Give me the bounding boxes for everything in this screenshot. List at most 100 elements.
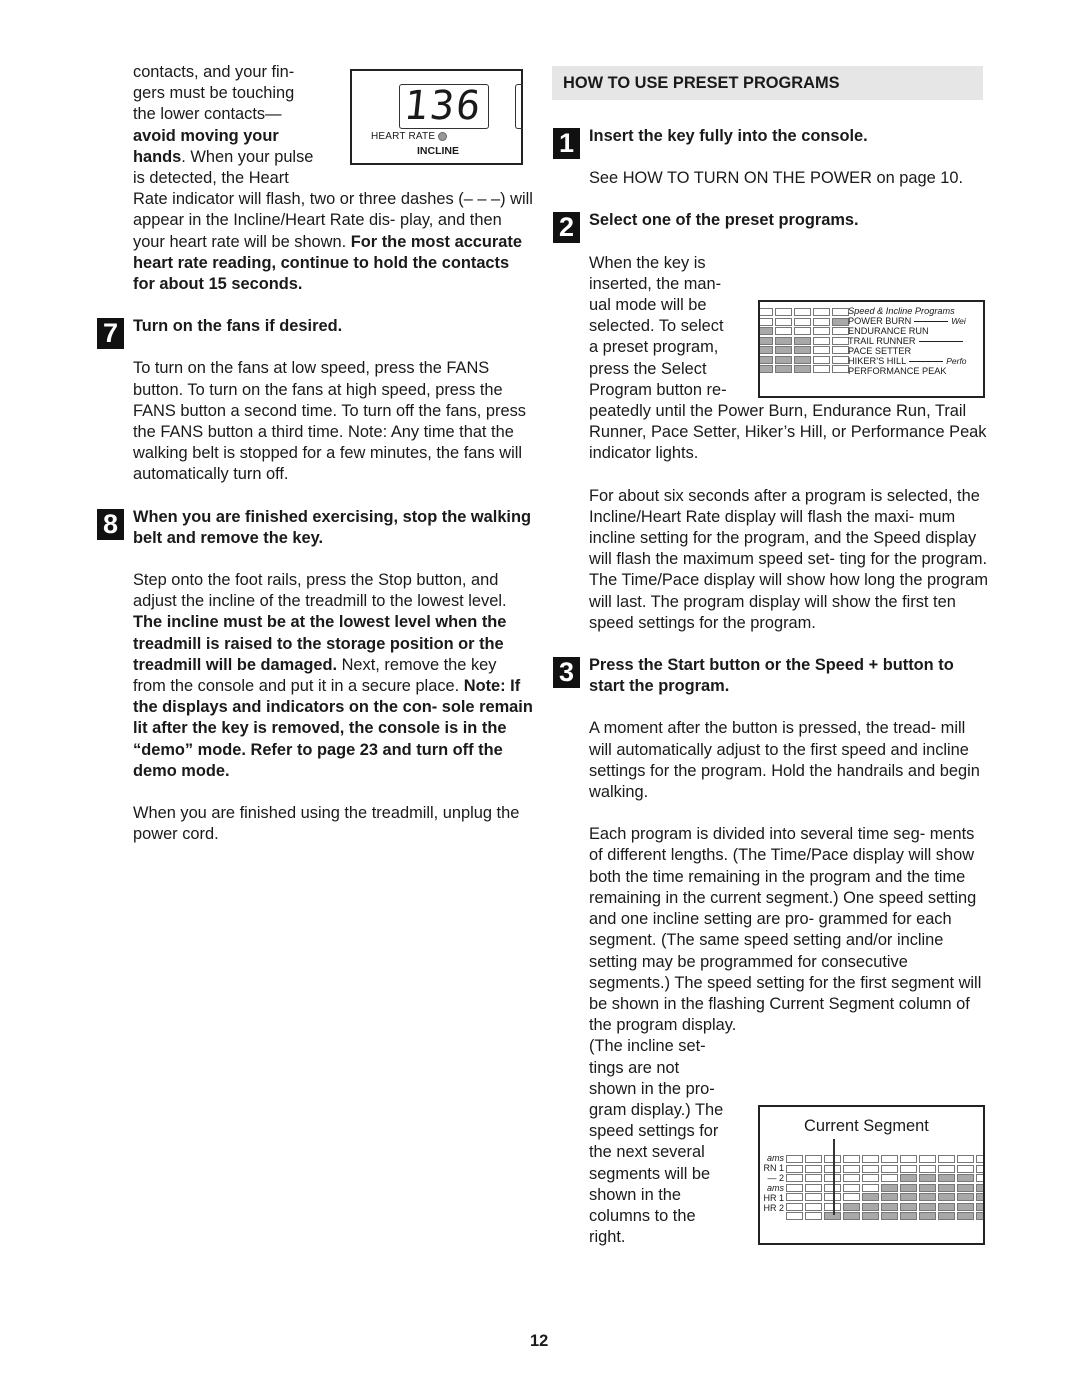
led-cell — [843, 1174, 860, 1182]
program-side-label: Wei — [951, 316, 966, 326]
led-cell — [760, 355, 773, 364]
led-cell — [881, 1202, 898, 1211]
programs-display-figure: Speed & Incline Programs POWER BURN Wei E… — [758, 300, 985, 398]
led-cell — [919, 1164, 936, 1173]
programs-title: Speed & Incline Programs — [848, 306, 955, 316]
led-cell — [919, 1183, 936, 1192]
led-cell — [843, 1155, 860, 1163]
lcd-window: 136 — [399, 83, 489, 129]
step-3-line: (The incline set- — [589, 1037, 706, 1056]
led-cell — [832, 336, 849, 345]
program-label: POWER BURN — [848, 316, 912, 326]
step-8-body: Step onto the foot rails, press the Stop… — [133, 570, 533, 782]
led-cell — [919, 1212, 936, 1220]
led-cell — [900, 1202, 917, 1211]
step-8-heading: When you are finished exercising, stop t… — [133, 507, 532, 547]
led-cell — [775, 327, 792, 335]
led-cell — [957, 1212, 974, 1220]
step-3-number: 3 — [553, 657, 580, 689]
led-cell — [832, 317, 849, 326]
led-cell — [775, 317, 792, 326]
program-power-burn: POWER BURN Wei — [848, 316, 967, 326]
step-8: 8 When you are finished exercising, stop… — [97, 507, 533, 846]
led-cell — [794, 336, 811, 345]
step-7: 7 Turn on the fans if desired. To turn o… — [97, 316, 533, 485]
led-cell — [862, 1212, 879, 1220]
programs-labels: Speed & Incline Programs POWER BURN Wei E… — [848, 306, 967, 376]
led-cell — [786, 1202, 803, 1211]
step-8-body-3: When you are finished using the treadmil… — [133, 804, 520, 844]
step-3-line: tings are not — [589, 1058, 680, 1077]
step-7-number: 7 — [97, 318, 124, 350]
page-number: 12 — [530, 1332, 549, 1350]
heart-rate-display-figure: 136 HEART RATE INCLINE — [350, 69, 523, 165]
led-cell — [862, 1202, 879, 1211]
intro-line-6: is detected, the Heart — [133, 169, 289, 188]
step-3-line: shown in the pro- — [589, 1079, 715, 1098]
step-2-heading: Select one of the preset programs. — [589, 211, 859, 230]
led-cell — [938, 1202, 955, 1211]
led-cell — [813, 336, 830, 345]
led-cell — [862, 1174, 879, 1182]
led-cell — [813, 308, 830, 316]
step-2-body-rest: peatedly until the Power Burn, Endurance… — [589, 402, 987, 463]
led-cell — [813, 346, 830, 354]
led-cell — [957, 1202, 974, 1211]
led-cell — [813, 317, 830, 326]
intro-bold: avoid moving your — [133, 126, 279, 145]
program-side-label: Perfo — [946, 356, 967, 366]
led-cell — [813, 365, 830, 373]
led-cell — [919, 1155, 936, 1163]
led-cell — [900, 1212, 917, 1220]
led-cell — [976, 1164, 983, 1173]
led-cell — [900, 1174, 917, 1182]
led-cell — [760, 327, 773, 335]
led-cell — [862, 1193, 879, 1201]
led-cell — [794, 365, 811, 373]
step-3-body-1: A moment after the button is pressed, th… — [589, 719, 980, 802]
led-cell — [794, 355, 811, 364]
led-cell — [760, 317, 773, 326]
program-endurance-run: ENDURANCE RUN — [848, 326, 929, 336]
adjacent-display-edge — [515, 84, 523, 129]
led-cell — [881, 1174, 898, 1182]
led-cell — [881, 1155, 898, 1163]
led-cell — [775, 365, 792, 373]
led-cell — [957, 1183, 974, 1192]
led-cell — [786, 1193, 803, 1201]
step-8-body-1: Step onto the foot rails, press the Stop… — [133, 571, 507, 611]
led-cell — [760, 365, 773, 373]
step-2-number: 2 — [553, 212, 580, 244]
left-column: contacts, and your fin- gers must be tou… — [97, 62, 533, 846]
led-cell — [794, 327, 811, 335]
led-cell — [919, 1174, 936, 1182]
program-pace-setter: PACE SETTER — [848, 346, 912, 356]
led-cell — [900, 1155, 917, 1163]
connector-line — [914, 321, 949, 323]
led-cell — [957, 1174, 974, 1182]
step-2-line: When the key is — [589, 253, 706, 272]
led-cell — [881, 1164, 898, 1173]
led-cell — [862, 1164, 879, 1173]
side-label: — 2 — [767, 1173, 784, 1183]
led-cell — [786, 1155, 803, 1163]
step-3-body-2: Each program is divided into several tim… — [589, 825, 982, 1035]
side-label: HR 2 — [763, 1203, 784, 1213]
current-segment-title: Current Segment — [804, 1117, 929, 1135]
step-1-body: See HOW TO TURN ON THE POWER on page 10. — [589, 169, 964, 188]
led-cell — [881, 1193, 898, 1201]
led-cell — [862, 1183, 879, 1192]
side-label: RN 1 — [763, 1163, 784, 1173]
heart-rate-label-text: HEART RATE — [371, 131, 436, 142]
led-cell — [976, 1212, 983, 1220]
led-cell — [805, 1174, 822, 1182]
led-cell — [938, 1155, 955, 1163]
led-cell — [786, 1212, 803, 1220]
led-cell — [843, 1183, 860, 1192]
led-cell — [900, 1193, 917, 1201]
led-cell — [813, 355, 830, 364]
led-cell — [957, 1193, 974, 1201]
right-column: 1 Insert the key fully into the console.… — [553, 126, 989, 1248]
step-2-body-2: For about six seconds after a program is… — [589, 486, 989, 632]
program-hikers-hill: HIKER’S HILL Perfo — [848, 356, 967, 366]
